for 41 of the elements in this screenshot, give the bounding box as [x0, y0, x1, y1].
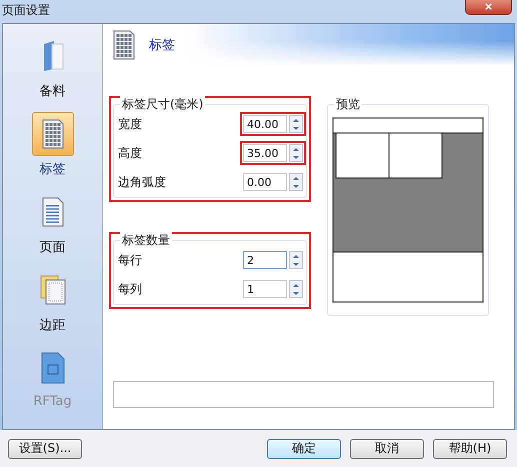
spin-button[interactable] [289, 251, 303, 269]
number-field[interactable]: 2 [243, 251, 287, 269]
window-title: 页面设置 [2, 2, 50, 19]
sidebar-label: 页面 [40, 239, 66, 256]
dialog-button[interactable]: 设置(S)... [8, 438, 82, 458]
sidebar-label: 边距 [40, 317, 66, 334]
field-label: 边角弧度 [118, 174, 166, 190]
grid-document-icon [42, 119, 64, 149]
sidebar-label: 备料 [40, 83, 66, 100]
number-field[interactable]: 35.00 [243, 144, 287, 162]
sidebar-item[interactable]: 标签 [3, 112, 102, 190]
sidebar-item[interactable]: 边距 [3, 268, 102, 346]
group-title: 标签尺寸(毫米) [120, 96, 206, 113]
number-field[interactable]: 1 [243, 280, 287, 298]
field-label: 宽度 [118, 116, 142, 132]
dialog-button[interactable]: 取消 [350, 438, 424, 458]
pages-icon [40, 275, 66, 305]
dialog-button[interactable]: 帮助(H) [433, 438, 507, 458]
field-label: 高度 [118, 144, 142, 162]
sidebar-label: 标签 [40, 161, 66, 178]
section-title: 标签 [149, 37, 175, 54]
number-field[interactable]: 40.00 [243, 115, 287, 133]
close-button[interactable]: × [465, 0, 512, 15]
dialog-button[interactable]: 确定 [267, 438, 341, 458]
number-field[interactable]: 0.00 [243, 173, 287, 191]
document-icon [42, 197, 64, 227]
spin-button[interactable] [289, 280, 303, 298]
grid-document-icon [113, 30, 135, 60]
spin-button[interactable] [289, 144, 303, 162]
sidebar-label: RFTag [33, 394, 72, 409]
group-title: 预览 [334, 96, 362, 113]
spin-button[interactable] [289, 115, 303, 133]
field-label: 每列 [118, 280, 142, 298]
message-field[interactable] [113, 381, 494, 408]
group-title: 标签数量 [120, 232, 172, 249]
folder-icon [42, 40, 64, 72]
field-label: 每行 [118, 252, 142, 268]
sidebar-item[interactable]: 备料 [3, 34, 102, 112]
tag-document-icon [40, 352, 64, 384]
sidebar-item[interactable]: 页面 [3, 190, 102, 268]
spin-button[interactable] [289, 173, 303, 191]
